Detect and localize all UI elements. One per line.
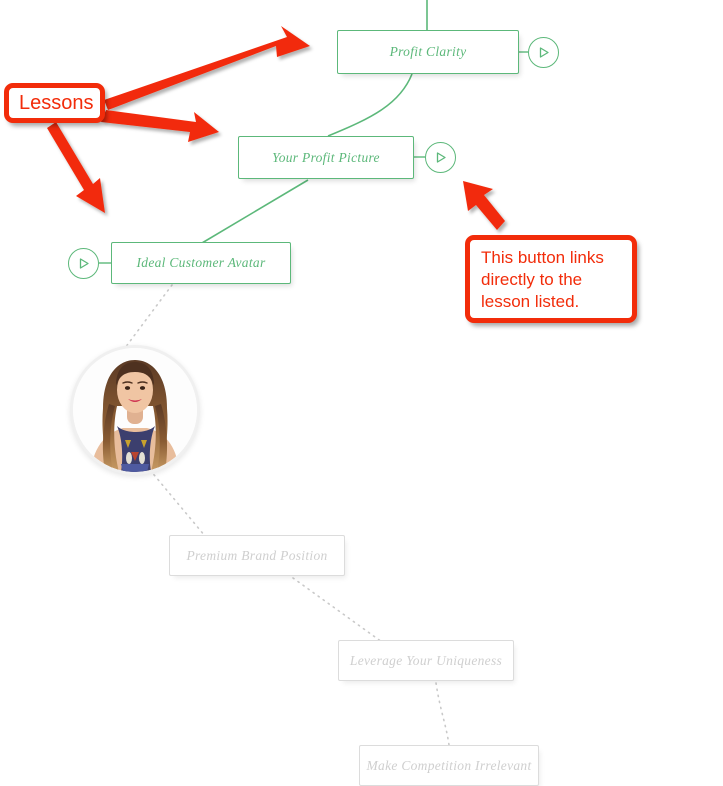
annotation-button-note: This button links directly to the lesson…	[465, 235, 637, 323]
annotation-lessons-text: Lessons	[19, 91, 94, 114]
arrow-note-to-play-button	[463, 181, 505, 230]
annotation-button-note-text: This button links directly to the lesson…	[481, 248, 604, 311]
arrow-lessons-to-profit-clarity	[104, 26, 310, 110]
annotation-arrows	[47, 26, 505, 230]
annotation-lessons: Lessons	[4, 83, 105, 123]
arrow-lessons-to-your-profit-picture	[101, 110, 219, 142]
mindmap-canvas: Profit Clarity Your Profit Picture Ideal…	[0, 0, 723, 786]
arrow-lessons-to-ideal-customer-avatar	[47, 122, 105, 213]
